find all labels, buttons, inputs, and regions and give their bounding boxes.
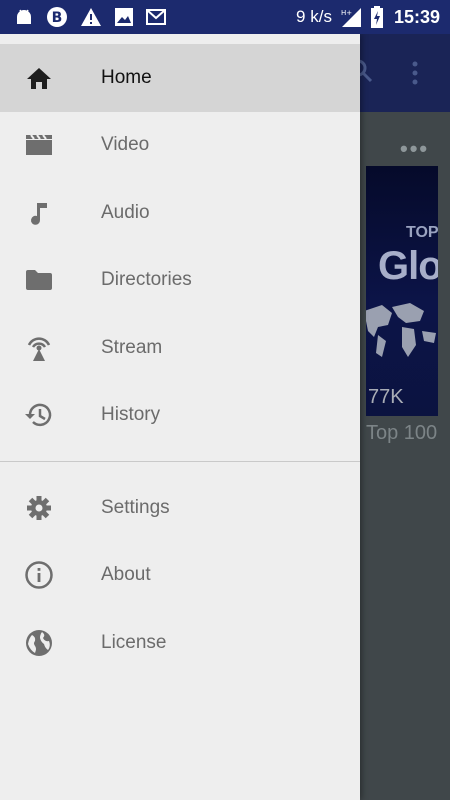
- nav-label-license: License: [101, 631, 167, 653]
- nav-item-license[interactable]: License: [0, 609, 360, 677]
- video-icon: [24, 130, 54, 160]
- nav-item-stream[interactable]: Stream: [0, 314, 360, 382]
- thumbnail-text-main: Glo: [378, 244, 438, 288]
- nav-item-video[interactable]: Video: [0, 112, 360, 180]
- folder-icon: [24, 265, 54, 295]
- nav-item-directories[interactable]: Directories: [0, 247, 360, 315]
- nav-label-settings: Settings: [101, 496, 170, 518]
- navigation-drawer: Home Video Audio Directories Stream Hist…: [0, 34, 360, 800]
- nav-label-stream: Stream: [101, 336, 163, 358]
- signal-icon: H+: [340, 6, 362, 28]
- thumbnail-text-top: TOP: [406, 224, 438, 241]
- svg-text:H+: H+: [341, 9, 352, 17]
- world-map-icon: [366, 303, 436, 357]
- android-icon: [14, 7, 34, 27]
- nav-label-audio: Audio: [101, 201, 150, 223]
- drawer-divider: [0, 461, 360, 462]
- home-icon: [24, 63, 54, 93]
- image-icon: [114, 7, 134, 27]
- nav-label-history: History: [101, 404, 161, 426]
- more-options-icon: •••: [400, 136, 430, 161]
- video-thumbnail: TOP Glo 77K: [366, 166, 438, 416]
- video-title: Top 100: [366, 422, 438, 444]
- nav-item-audio[interactable]: Audio: [0, 179, 360, 247]
- nav-label-video: Video: [101, 134, 150, 156]
- nav-item-home[interactable]: Home: [0, 44, 360, 112]
- b-circle-icon: B: [46, 6, 68, 28]
- stream-icon: [24, 333, 54, 363]
- svg-text:B: B: [52, 10, 63, 26]
- status-bar: B 9 k/s H+ 15:39: [0, 0, 450, 34]
- nav-label-about: About: [101, 564, 151, 586]
- warning-icon: [80, 7, 102, 27]
- gear-icon: [24, 493, 54, 523]
- nav-label-directories: Directories: [101, 269, 192, 291]
- clock: 15:39: [393, 6, 440, 27]
- globe-icon: [24, 628, 54, 658]
- email-icon: [146, 9, 166, 25]
- nav-item-about[interactable]: About: [0, 542, 360, 610]
- info-icon: [24, 560, 54, 590]
- nav-item-history[interactable]: History: [0, 382, 360, 450]
- history-icon: [24, 400, 54, 430]
- nav-label-home: Home: [101, 66, 152, 88]
- nav-item-settings[interactable]: Settings: [0, 474, 360, 542]
- network-speed: 9 k/s: [296, 7, 332, 26]
- battery-icon: [370, 6, 384, 28]
- overflow-menu-icon: [410, 60, 420, 91]
- music-note-icon: [24, 198, 54, 228]
- view-count: 77K: [368, 386, 404, 408]
